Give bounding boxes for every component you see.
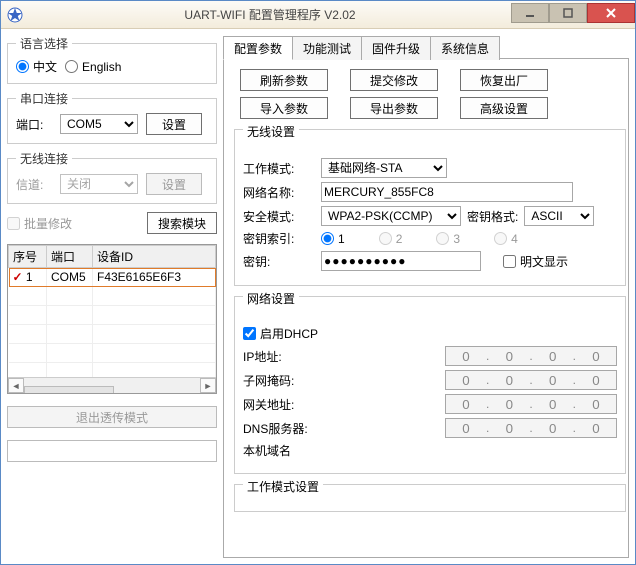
- lang-cn-option[interactable]: 中文: [16, 58, 57, 75]
- wireless-legend: 无线连接: [16, 150, 72, 167]
- right-panel: 配置参数 功能测试 固件升级 系统信息 刷新参数 提交修改 恢复出厂 导入参数 …: [223, 35, 629, 558]
- status-box: [7, 440, 217, 462]
- table-hscroll[interactable]: ◄ ►: [8, 377, 216, 393]
- key2-option: 2: [379, 232, 403, 246]
- dhcp-option[interactable]: 启用DHCP: [243, 325, 318, 342]
- advanced-button[interactable]: 高级设置: [460, 97, 548, 119]
- serial-group: 串口连接 端口: COM5 设置: [7, 90, 217, 144]
- pwd-input[interactable]: [321, 251, 481, 271]
- wifi-settings-group: 无线设置 工作模式: 基础网络-STA 网络名称: 安全模式: WPA2-PSK…: [234, 129, 626, 286]
- net-legend: 网络设置: [243, 290, 299, 307]
- tab-bar: 配置参数 功能测试 固件升级 系统信息: [223, 35, 629, 59]
- tab-test[interactable]: 功能测试: [292, 36, 362, 60]
- import-button[interactable]: 导入参数: [240, 97, 328, 119]
- tab-sysinfo[interactable]: 系统信息: [430, 36, 500, 60]
- net-settings-group: 网络设置 启用DHCP IP地址: ... 子网掩码: ... 网关地址: .: [234, 296, 626, 474]
- keyidx-label: 密钥索引:: [243, 230, 315, 247]
- key1-option[interactable]: 1: [321, 232, 345, 246]
- mode-select[interactable]: 基础网络-STA: [321, 158, 447, 178]
- col-port[interactable]: 端口: [47, 246, 93, 268]
- host-label: 本机域名: [243, 442, 315, 459]
- check-icon: ✓: [13, 270, 23, 284]
- language-group: 语言选择 中文 English: [7, 35, 217, 84]
- app-window: UART-WIFI 配置管理程序 V2.02 语言选择 中文 English 串…: [0, 0, 636, 565]
- left-panel: 语言选择 中文 English 串口连接 端口: COM5 设置 无线连接 信道…: [7, 35, 217, 558]
- device-table[interactable]: 序号 端口 设备ID ✓ 1 COM5 F43E6165E6F3: [7, 244, 217, 394]
- serial-set-button[interactable]: 设置: [146, 113, 202, 135]
- ssid-input[interactable]: [321, 182, 573, 202]
- titlebar: UART-WIFI 配置管理程序 V2.02: [1, 1, 635, 29]
- key4-option: 4: [494, 232, 518, 246]
- wireless-group: 无线连接 信道: 关闭 设置: [7, 150, 217, 204]
- sec-select[interactable]: WPA2-PSK(CCMP): [321, 206, 461, 226]
- lang-en-option[interactable]: English: [65, 60, 121, 74]
- lang-cn-radio[interactable]: [16, 60, 29, 73]
- channel-label: 信道:: [16, 176, 52, 193]
- ip-input: ...: [445, 346, 617, 366]
- language-legend: 语言选择: [16, 35, 72, 52]
- workmode-group: 工作模式设置: [234, 484, 626, 512]
- factory-button[interactable]: 恢复出厂: [460, 69, 548, 91]
- batch-option[interactable]: 批量修改: [7, 215, 72, 232]
- key3-option: 3: [436, 232, 460, 246]
- dns-label: DNS服务器:: [243, 420, 315, 437]
- port-select[interactable]: COM5: [60, 114, 138, 134]
- dhcp-checkbox[interactable]: [243, 327, 256, 340]
- ip-label: IP地址:: [243, 348, 315, 365]
- tab-firmware[interactable]: 固件升级: [361, 36, 431, 60]
- lang-en-radio[interactable]: [65, 60, 78, 73]
- close-button[interactable]: [587, 3, 635, 23]
- scroll-left-icon[interactable]: ◄: [8, 378, 24, 393]
- window-controls: [511, 7, 635, 23]
- submit-button[interactable]: 提交修改: [350, 69, 438, 91]
- workmode-legend: 工作模式设置: [243, 478, 323, 495]
- maximize-button[interactable]: [549, 3, 587, 23]
- wifi-set-button: 设置: [146, 173, 202, 195]
- minimize-button[interactable]: [511, 3, 549, 23]
- export-button[interactable]: 导出参数: [350, 97, 438, 119]
- ssid-label: 网络名称:: [243, 184, 315, 201]
- tab-config[interactable]: 配置参数: [223, 36, 293, 60]
- wifi-legend: 无线设置: [243, 123, 299, 140]
- port-label: 端口:: [16, 116, 52, 133]
- plaintext-checkbox[interactable]: [503, 255, 516, 268]
- refresh-button[interactable]: 刷新参数: [240, 69, 328, 91]
- scroll-thumb[interactable]: [24, 386, 114, 395]
- mask-label: 子网掩码:: [243, 372, 315, 389]
- plaintext-option[interactable]: 明文显示: [503, 253, 568, 270]
- col-index[interactable]: 序号: [9, 246, 47, 268]
- scroll-right-icon[interactable]: ►: [200, 378, 216, 393]
- pwd-label: 密钥:: [243, 253, 315, 270]
- channel-select: 关闭: [60, 174, 138, 194]
- search-module-button[interactable]: 搜索模块: [147, 212, 217, 234]
- mode-label: 工作模式:: [243, 160, 315, 177]
- mask-input: ...: [445, 370, 617, 390]
- window-title: UART-WIFI 配置管理程序 V2.02: [29, 6, 511, 23]
- exit-transparent-button: 退出透传模式: [7, 406, 217, 428]
- keyfmt-label: 密钥格式:: [467, 208, 518, 225]
- tab-content: 刷新参数 提交修改 恢复出厂 导入参数 导出参数 高级设置 无线设置 工作模式:…: [223, 59, 629, 558]
- sec-label: 安全模式:: [243, 208, 315, 225]
- batch-checkbox: [7, 217, 20, 230]
- serial-legend: 串口连接: [16, 90, 72, 107]
- table-row[interactable]: ✓ 1 COM5 F43E6165E6F3: [9, 268, 216, 287]
- keyfmt-select[interactable]: ASCII: [524, 206, 594, 226]
- gw-input: ...: [445, 394, 617, 414]
- app-icon: [7, 7, 23, 23]
- col-devid[interactable]: 设备ID: [93, 246, 216, 268]
- dns-input: ...: [445, 418, 617, 438]
- gw-label: 网关地址:: [243, 396, 315, 413]
